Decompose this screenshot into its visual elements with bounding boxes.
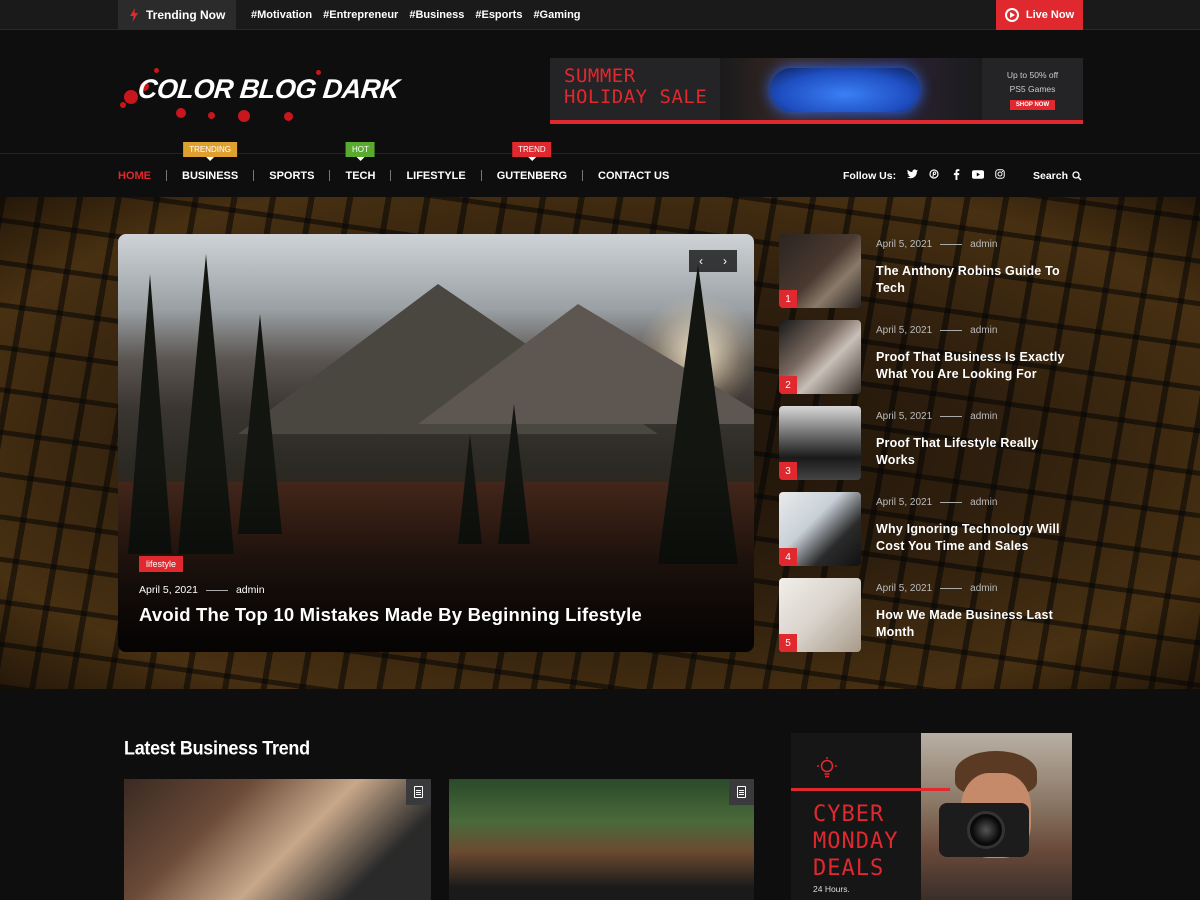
nav-tag-hot: HOT [346, 142, 375, 161]
promo-subtitle: 24 Hours. [813, 884, 850, 894]
slider-next-icon[interactable]: › [723, 254, 727, 268]
promo-title: CYBER MONDAY DEALS [813, 802, 899, 881]
nav-home[interactable]: HOME [118, 154, 166, 197]
section-title: Latest Business Trend [124, 736, 310, 759]
lightning-icon [130, 8, 138, 22]
main-nav: HOME TRENDING BUSINESS SPORTS HOT TECH L… [0, 142, 1200, 197]
nav-contact-us[interactable]: CONTACT US [583, 154, 684, 197]
post-author[interactable]: admin [236, 584, 265, 596]
nav-gutenberg[interactable]: TREND GUTENBERG [482, 142, 582, 197]
slider-prev-icon[interactable]: ‹ [699, 254, 703, 268]
post-thumbnail[interactable]: 3 [779, 406, 861, 480]
hashtag-link[interactable]: #Motivation [251, 9, 312, 21]
document-icon [406, 779, 431, 805]
post-thumbnail[interactable]: 2 [779, 320, 861, 394]
post-title[interactable]: Proof That Lifestyle Really Works [876, 435, 1076, 469]
facebook-icon[interactable] [950, 168, 962, 183]
post-meta: April 5, 2021 admin [876, 583, 998, 594]
shop-now-button[interactable]: SHOP NOW [1009, 99, 1056, 110]
hashtag-link[interactable]: #Business [409, 9, 464, 21]
nav-tag-trend: TREND [512, 142, 552, 161]
category-badge[interactable]: lifestyle [139, 556, 184, 572]
post-card[interactable] [124, 779, 431, 900]
hero-section: ‹ › lifestyle April 5, 2021 admin Avoid … [0, 197, 1200, 689]
nav-lifestyle[interactable]: LIFESTYLE [391, 154, 480, 197]
post-card[interactable] [449, 779, 754, 900]
hashtag-link[interactable]: #Esports [475, 9, 522, 21]
ad-banner[interactable]: SUMMER HOLIDAY SALE Up to 50% off PS5 Ga… [550, 58, 1083, 124]
nav-tag-trending: TRENDING [183, 142, 238, 161]
featured-post-title[interactable]: Avoid The Top 10 Mistakes Made By Beginn… [139, 604, 642, 626]
search-icon [1072, 170, 1082, 180]
nav-tech[interactable]: HOT TECH [330, 142, 390, 197]
top-bar: Trending Now #Motivation #Entrepreneur #… [0, 0, 1200, 30]
post-title[interactable]: Proof That Business Is Exactly What You … [876, 349, 1076, 383]
promo-image [921, 733, 1072, 900]
slider-controls: ‹ › [689, 250, 737, 272]
list-item[interactable]: 1 April 5, 2021 admin The Anthony Robins … [779, 234, 1089, 308]
post-date[interactable]: April 5, 2021 [139, 584, 198, 596]
lightbulb-icon [817, 757, 837, 784]
post-meta: April 5, 2021 admin [876, 325, 998, 336]
promo-banner[interactable]: CYBER MONDAY DEALS 24 Hours. [791, 733, 1072, 900]
post-title[interactable]: Why Ignoring Technology Will Cost You Ti… [876, 521, 1076, 555]
youtube-icon[interactable] [972, 169, 985, 182]
post-thumbnail[interactable]: 4 [779, 492, 861, 566]
list-item[interactable]: 5 April 5, 2021 admin How We Made Busines… [779, 578, 1089, 652]
nav-sports[interactable]: SPORTS [254, 154, 329, 197]
post-meta: April 5, 2021 admin [139, 584, 265, 596]
post-meta: April 5, 2021 admin [876, 239, 998, 250]
instagram-icon[interactable] [994, 169, 1006, 182]
trending-hashtags: #Motivation #Entrepreneur #Business #Esp… [251, 0, 581, 30]
list-item[interactable]: 3 April 5, 2021 admin Proof That Lifestyl… [779, 406, 1089, 480]
featured-post[interactable]: ‹ › lifestyle April 5, 2021 admin Avoid … [118, 234, 754, 652]
post-title[interactable]: The Anthony Robins Guide To Tech [876, 263, 1076, 297]
hashtag-link[interactable]: #Gaming [533, 9, 580, 21]
pinterest-icon[interactable] [928, 169, 940, 182]
site-logo[interactable]: COLOR BLOG DARK [118, 68, 401, 128]
post-title[interactable]: How We Made Business Last Month [876, 607, 1076, 641]
nav-menu: HOME TRENDING BUSINESS SPORTS HOT TECH L… [118, 142, 684, 197]
logo-text: COLOR BLOG DARK [136, 74, 401, 104]
follow-us: Follow Us: [843, 154, 1006, 197]
hashtag-link[interactable]: #Entrepreneur [323, 9, 398, 21]
twitter-icon[interactable] [906, 169, 918, 182]
live-now-button[interactable]: Live Now [996, 0, 1083, 30]
camera-image [939, 803, 1029, 857]
list-item[interactable]: 4 April 5, 2021 admin Why Ignoring Techno… [779, 492, 1089, 566]
post-meta: April 5, 2021 admin [876, 411, 998, 422]
document-icon [729, 779, 754, 805]
site-header: COLOR BLOG DARK SUMMER HOLIDAY SALE Up t… [0, 30, 1200, 154]
list-item[interactable]: 2 April 5, 2021 admin Proof That Business… [779, 320, 1089, 394]
post-thumbnail[interactable]: 1 [779, 234, 861, 308]
post-thumbnail[interactable]: 5 [779, 578, 861, 652]
nav-business[interactable]: TRENDING BUSINESS [167, 142, 253, 197]
search-button[interactable]: Search [1033, 154, 1082, 197]
gamepad-image [770, 68, 920, 112]
ad-side: Up to 50% off PS5 Games SHOP NOW [1006, 69, 1059, 110]
post-meta: April 5, 2021 admin [876, 497, 998, 508]
ad-title: SUMMER HOLIDAY SALE [564, 65, 708, 108]
ad-image [720, 58, 982, 120]
trending-now-label: Trending Now [118, 0, 236, 30]
play-icon [1004, 8, 1019, 22]
